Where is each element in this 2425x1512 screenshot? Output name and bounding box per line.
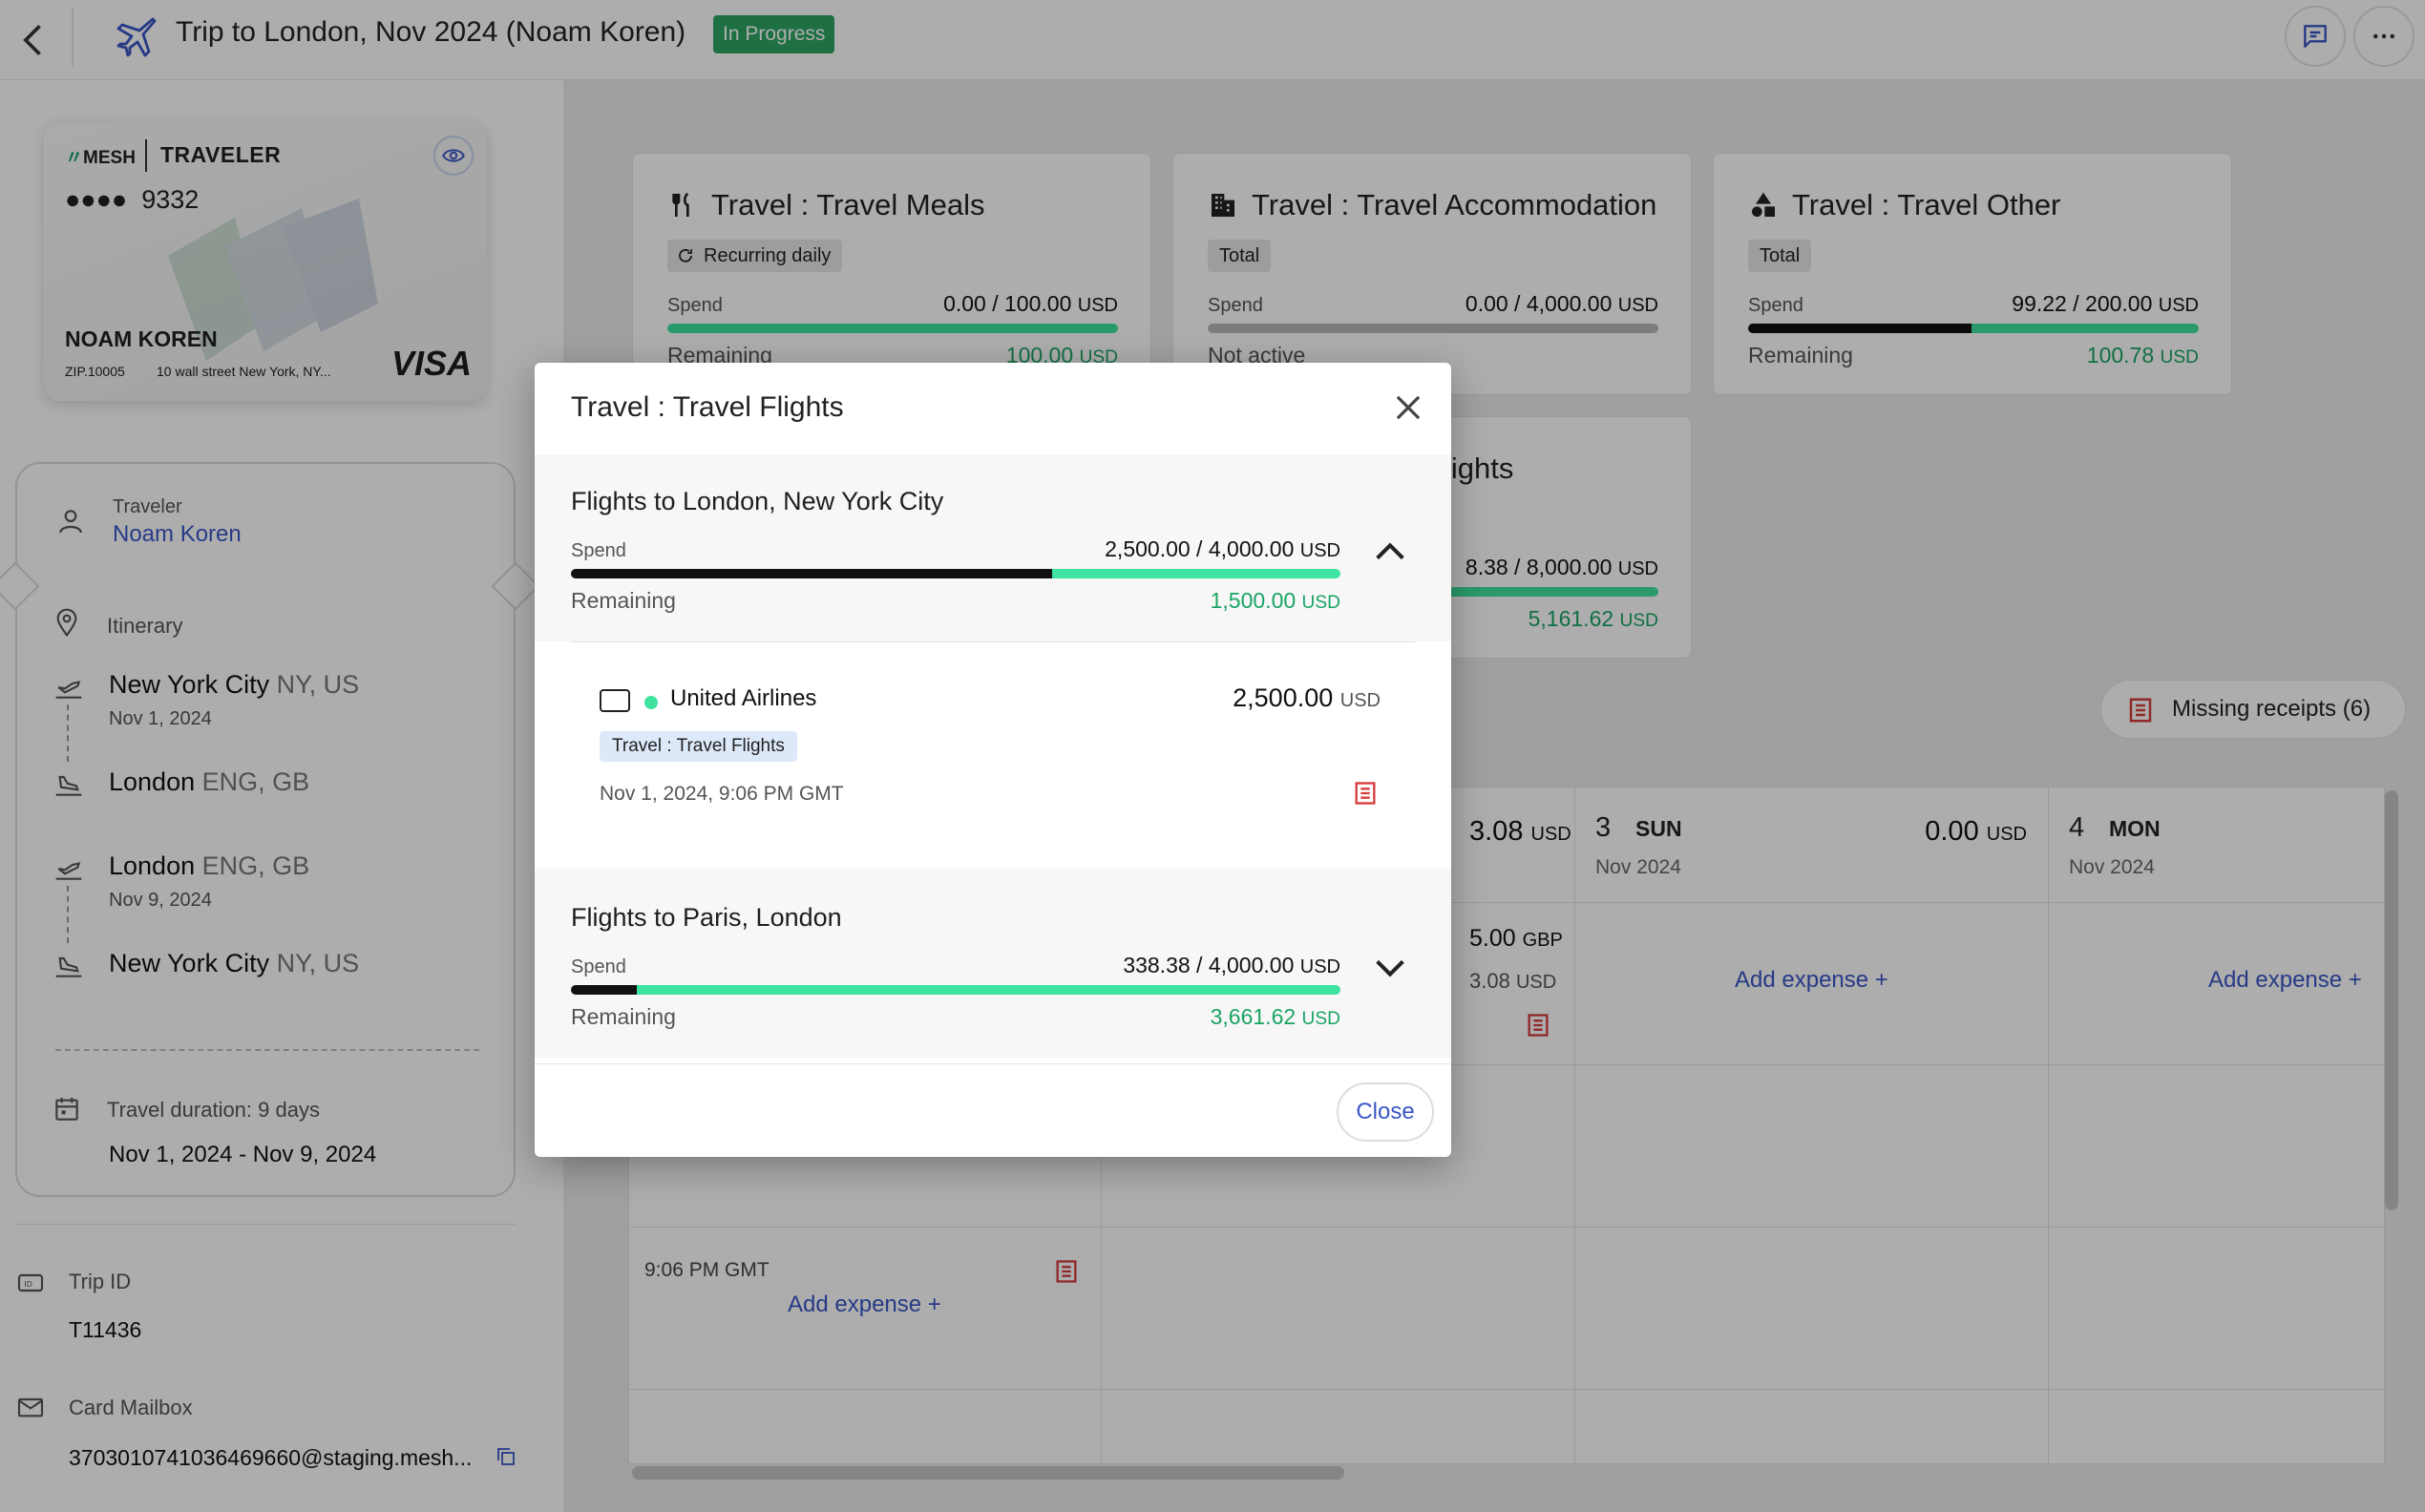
spend-bar <box>571 569 1340 578</box>
category-tag: Travel : Travel Flights <box>600 731 797 762</box>
receipt-missing-icon[interactable] <box>1352 779 1379 808</box>
card-icon <box>600 689 630 712</box>
remaining-label: Remaining <box>571 588 676 613</box>
merchant-name[interactable]: United Airlines <box>670 685 816 712</box>
transaction-amount: 2,500.00 USD <box>1233 683 1381 712</box>
spend-bar <box>571 985 1340 995</box>
modal-title: Travel : Travel Flights <box>571 391 844 423</box>
spend-label: Spend <box>571 956 626 977</box>
spend-label: Spend <box>571 540 626 561</box>
chevron-down-icon[interactable] <box>1371 949 1409 987</box>
flights-budget-modal: Travel : Travel Flights Flights to Londo… <box>535 363 1451 1157</box>
status-dot <box>644 696 658 709</box>
close-icon[interactable] <box>1390 389 1426 426</box>
remaining-value: 3,661.62 USD <box>1210 1004 1340 1029</box>
spend-bar-fill <box>571 985 637 995</box>
remaining-label: Remaining <box>571 1004 676 1029</box>
close-button[interactable]: Close <box>1337 1082 1434 1142</box>
chevron-up-icon[interactable] <box>1371 533 1409 571</box>
remaining-value: 1,500.00 USD <box>1210 588 1340 613</box>
flights-section-paris: Flights to Paris, London Spend 338.38 / … <box>535 869 1451 1058</box>
section-divider <box>571 641 1415 642</box>
spend-bar-fill <box>571 569 1052 578</box>
spend-value: 2,500.00 / 4,000.00 USD <box>1105 536 1340 561</box>
transaction-datetime: Nov 1, 2024, 9:06 PM GMT <box>600 783 844 805</box>
spend-value: 338.38 / 4,000.00 USD <box>1123 953 1340 977</box>
modal-footer-divider <box>535 1063 1451 1064</box>
section-title: Flights to Paris, London <box>571 903 842 932</box>
section-title: Flights to London, New York City <box>571 487 944 515</box>
